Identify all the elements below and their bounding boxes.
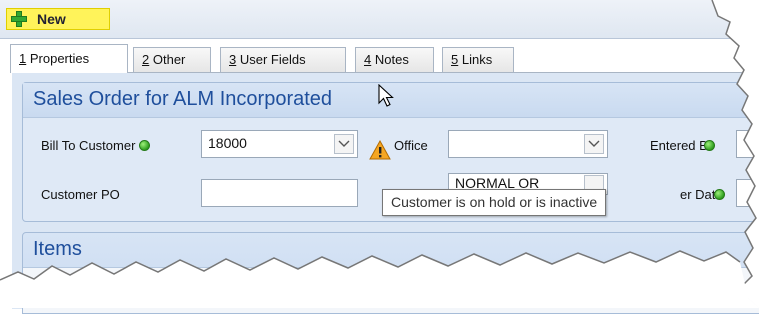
tab-links[interactable]: 5 Links: [442, 47, 514, 72]
tooltip: Customer is on hold or is inactive: [382, 189, 607, 216]
tab-number: 5: [451, 52, 459, 67]
tab-user-fields[interactable]: 3 User Fields: [220, 47, 346, 72]
status-dot-icon: [139, 140, 151, 151]
entered-by-label: Entered B: [650, 138, 715, 153]
tab-number: 4: [364, 52, 372, 67]
tab-other[interactable]: 2 Other: [133, 47, 211, 72]
tab-label: Properties: [29, 51, 90, 66]
office-select[interactable]: [448, 130, 608, 158]
entered-by-field[interactable]: [736, 130, 759, 158]
order-date-field[interactable]: [736, 179, 759, 207]
office-label: Office: [394, 138, 428, 153]
new-button[interactable]: New: [6, 8, 110, 30]
items-title: Items: [33, 238, 82, 260]
items-column-header: Di: [610, 278, 623, 293]
warning-icon[interactable]: [369, 140, 391, 160]
new-button-label: New: [37, 11, 66, 27]
tab-label: User Fields: [239, 52, 306, 67]
chevron-down-icon[interactable]: [334, 134, 354, 154]
items-grid: Di: [23, 267, 759, 313]
tab-number: 3: [229, 52, 237, 67]
bill-to-customer-value: 18000: [208, 135, 247, 151]
tab-properties[interactable]: 1 Properties: [10, 44, 128, 73]
tab-label: Other: [152, 52, 186, 67]
tab-label: Notes: [374, 52, 409, 67]
tab-notes[interactable]: 4 Notes: [355, 47, 434, 72]
tab-strip: 1 Properties 2 Other 3 User Fields 4 Not…: [0, 44, 759, 73]
status-dot-icon: [703, 140, 715, 151]
bill-to-customer-label: Bill To Customer: [41, 138, 151, 153]
tab-label: Links: [461, 52, 493, 67]
plus-icon: [11, 11, 27, 27]
chevron-down-icon[interactable]: [584, 134, 604, 154]
tab-number: 2: [142, 52, 150, 67]
order-date-label: er Dat: [680, 187, 726, 202]
tab-number: 1: [19, 51, 27, 66]
panel-title: Sales Order for ALM Incorporated: [33, 88, 333, 110]
items-panel: Items Di: [22, 232, 759, 314]
toolbar: New: [0, 0, 759, 39]
status-dot-icon: [714, 189, 726, 200]
customer-po-input[interactable]: [201, 179, 358, 207]
customer-po-label: Customer PO: [41, 187, 120, 202]
cursor-icon: [378, 84, 394, 107]
bill-to-customer-select[interactable]: 18000: [201, 130, 358, 158]
